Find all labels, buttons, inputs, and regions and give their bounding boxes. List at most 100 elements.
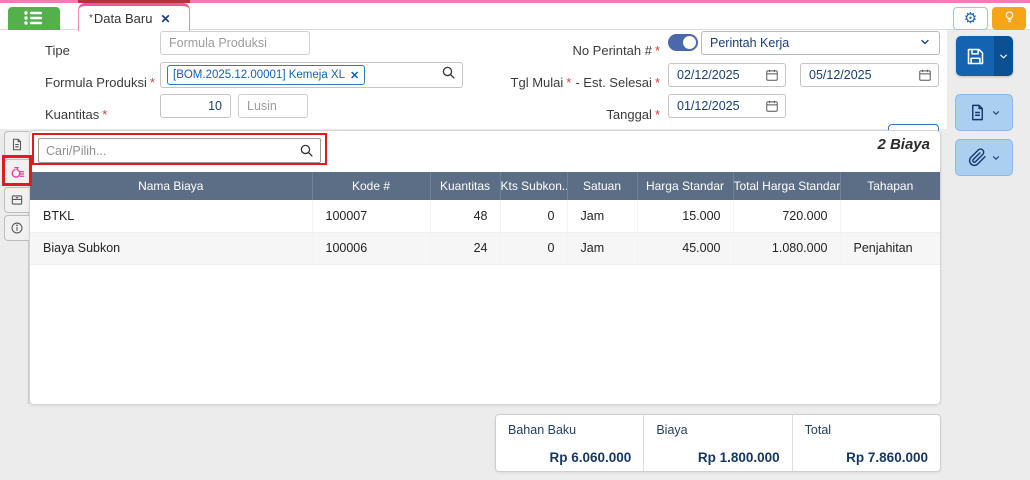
calendar-icon[interactable] (765, 68, 779, 87)
main-menu-button[interactable] (8, 7, 60, 32)
chevron-down-icon (991, 108, 1001, 118)
col-header-kode: Kode # (312, 172, 430, 200)
cell-satuan: Jam (567, 200, 637, 232)
box-icon (10, 193, 24, 207)
cell-tahapan: Penjahitan (840, 232, 940, 264)
summary-bahan-baku: Bahan Baku Rp 6.060.000 (496, 415, 643, 471)
col-header-harga-standar: Harga Standar (637, 172, 733, 200)
col-header-tahapan: Tahapan (840, 172, 940, 200)
biaya-count-label: 2 Biaya (877, 136, 930, 153)
est-selesai-label: - Est. Selesai (575, 75, 652, 90)
chevron-down-icon (919, 36, 931, 51)
cell-total-harga-standar: 720.000 (733, 200, 840, 232)
summary-label: Bahan Baku (508, 423, 631, 437)
tab-close-icon[interactable]: ✕ (160, 12, 170, 26)
formula-chip: [BOM.2025.12.00001] Kemeja XL ✕ (167, 65, 365, 85)
help-tips-button[interactable] (992, 7, 1026, 30)
document-actions-button[interactable] (955, 94, 1013, 131)
kuantitas-field[interactable] (160, 94, 231, 118)
header-form: Tipe Formula Produksi * [BOM.2025.12.000… (0, 30, 947, 129)
side-tab-bahan-baku[interactable] (4, 131, 29, 157)
cell-harga-standar: 15.000 (637, 200, 733, 232)
unsaved-marker: * (89, 13, 93, 24)
app-window: * Data Baru ✕ ⚙ Tipe Formula Produksi * (0, 0, 1030, 480)
summary-value: Rp 6.060.000 (508, 450, 631, 465)
calendar-icon[interactable] (918, 68, 932, 87)
cell-tahapan (840, 200, 940, 232)
no-perintah-label: No Perintah # (572, 43, 652, 58)
side-tab-produk[interactable] (4, 187, 29, 213)
lightbulb-icon (1002, 9, 1017, 28)
cell-kode: 100006 (312, 232, 430, 264)
satuan-unit-field[interactable] (238, 94, 308, 118)
search-box (38, 138, 321, 163)
table-header-row: Nama Biaya Kode # Kuantitas Kts Subkon..… (30, 172, 940, 200)
cell-kts-subkon: 0 (500, 232, 567, 264)
tipe-label: Tipe (45, 43, 70, 58)
required-asterisk: * (566, 75, 571, 90)
biaya-table: Nama Biaya Kode # Kuantitas Kts Subkon..… (30, 172, 940, 265)
search-input[interactable] (38, 138, 321, 163)
tab-title: Data Baru (94, 11, 153, 26)
document-icon (10, 137, 24, 152)
table-row[interactable]: BTKL 100007 48 0 Jam 15.000 720.000 (30, 200, 940, 232)
required-asterisk: * (150, 75, 155, 90)
chevron-down-icon (998, 51, 1009, 62)
settings-button[interactable]: ⚙ (953, 7, 988, 30)
col-header-total-harga-standar: Total Harga Standar (733, 172, 840, 200)
chevron-down-icon (991, 153, 1001, 163)
summary-label: Biaya (656, 423, 779, 437)
required-asterisk: * (655, 75, 660, 90)
save-options-chevron[interactable] (994, 36, 1013, 76)
formula-chip-text: [BOM.2025.12.00001] Kemeja XL (173, 69, 345, 81)
calendar-icon[interactable] (765, 99, 779, 118)
cell-kuantitas: 24 (430, 232, 500, 264)
perintah-kerja-select[interactable]: Perintah Kerja (701, 31, 940, 55)
cell-kts-subkon: 0 (500, 200, 567, 232)
cell-harga-standar: 45.000 (637, 232, 733, 264)
tanggal-label: Tanggal (606, 107, 652, 122)
cell-nama-biaya: BTKL (30, 200, 312, 232)
tab-bar: * Data Baru ✕ ⚙ (0, 3, 1030, 30)
biaya-detail-panel: 2 Biaya Nama Biaya Kode # Kuantitas Kts … (29, 130, 941, 405)
detail-side-tabs (4, 131, 29, 243)
document-icon (968, 103, 987, 122)
side-tab-info[interactable] (4, 215, 29, 241)
save-button[interactable] (956, 36, 994, 76)
side-tab-biaya[interactable] (4, 159, 29, 185)
col-header-kts-subkon: Kts Subkon... (500, 172, 567, 200)
cell-satuan: Jam (567, 232, 637, 264)
save-floppy-icon (965, 46, 986, 67)
hamburger-list-icon (23, 10, 45, 29)
cell-kuantitas: 48 (430, 200, 500, 232)
tipe-field[interactable] (160, 31, 310, 55)
tgl-mulai-label: Tgl Mulai (511, 75, 564, 90)
summary-label: Total (805, 423, 928, 437)
col-header-nama-biaya: Nama Biaya (30, 172, 312, 200)
info-icon (10, 221, 24, 235)
table-row[interactable]: Biaya Subkon 100006 24 0 Jam 45.000 1.08… (30, 232, 940, 264)
required-asterisk: * (102, 107, 107, 122)
paperclip-icon (968, 148, 987, 167)
summary-value: Rp 1.800.000 (656, 450, 779, 465)
cell-kode: 100007 (312, 200, 430, 232)
tab-data-baru[interactable]: * Data Baru ✕ (78, 3, 190, 31)
cell-nama-biaya: Biaya Subkon (30, 232, 312, 264)
required-asterisk: * (655, 43, 660, 58)
col-header-satuan: Satuan (567, 172, 637, 200)
summary-total: Total Rp 7.860.000 (792, 415, 940, 471)
toggle-knob (683, 36, 696, 49)
cell-total-harga-standar: 1.080.000 (733, 232, 840, 264)
chip-remove-icon[interactable]: ✕ (350, 69, 359, 82)
kuantitas-label: Kuantitas (45, 107, 99, 122)
formula-produksi-field[interactable]: [BOM.2025.12.00001] Kemeja XL ✕ (160, 62, 463, 88)
money-bag-icon (10, 165, 25, 180)
summary-biaya: Biaya Rp 1.800.000 (643, 415, 791, 471)
save-split-button (956, 36, 1013, 76)
gear-icon: ⚙ (964, 11, 977, 26)
no-perintah-toggle[interactable] (668, 34, 698, 51)
attachments-button[interactable] (955, 139, 1013, 176)
required-asterisk: * (655, 107, 660, 122)
search-icon[interactable] (299, 143, 314, 163)
perintah-kerja-selected-value: Perintah Kerja (710, 36, 789, 50)
